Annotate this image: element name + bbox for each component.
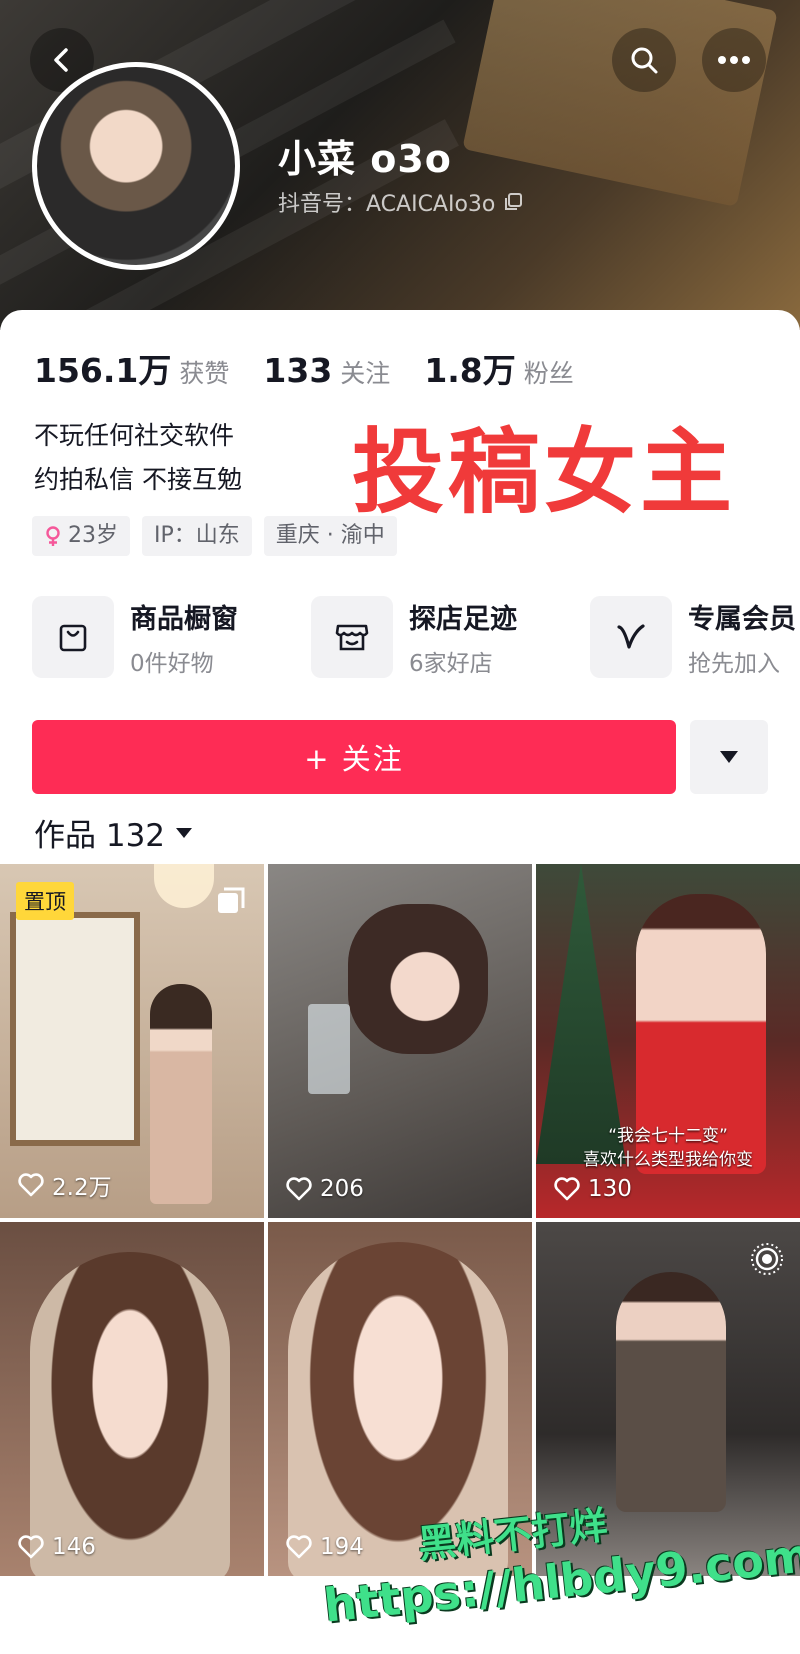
heart-icon bbox=[554, 1177, 580, 1201]
video-thumbnail[interactable]: 146 bbox=[0, 1222, 264, 1576]
stat-following[interactable]: 133 关注 bbox=[263, 351, 390, 390]
works-tab-label: 作品 132 bbox=[34, 818, 166, 854]
video-likes: 130 bbox=[554, 1176, 632, 1202]
service-subtitle: 0件好物 bbox=[130, 650, 214, 677]
christmas-tree-image bbox=[536, 864, 626, 1164]
tag-ip: IP：山东 bbox=[142, 516, 252, 556]
service-store-visits[interactable]: 探店足迹 6家好店 bbox=[311, 596, 590, 678]
tag-age: 23岁 bbox=[32, 516, 130, 556]
video-thumbnail[interactable]: “我会七十二变” 喜欢什么类型我给你变 130 bbox=[536, 864, 800, 1218]
service-shop-window[interactable]: 商品橱窗 0件好物 bbox=[32, 596, 311, 678]
follow-button[interactable]: + 关注 bbox=[32, 720, 676, 794]
pinned-badge: 置顶 bbox=[16, 882, 74, 920]
video-thumbnail[interactable]: 206 bbox=[268, 864, 532, 1218]
video-grid: 置顶 2.2万 206 “我会七十二变” 喜欢什么类型我给你变 130 146 … bbox=[0, 864, 800, 1576]
more-options-button[interactable] bbox=[702, 28, 766, 92]
back-arrow-icon bbox=[54, 48, 68, 72]
profile-name: 小菜 o3o bbox=[278, 137, 452, 181]
profile-header-cover: 小菜 o3o 抖音号：ACAICAIo3o bbox=[0, 0, 800, 330]
vip-v-icon bbox=[590, 596, 672, 678]
calligraphy-scroll-image bbox=[10, 912, 140, 1146]
stat-followers-value: 1.8万 bbox=[424, 351, 516, 390]
tag-age-label: 23岁 bbox=[68, 523, 118, 548]
overlay-red-text: 投稿女主 bbox=[352, 419, 737, 526]
video-caption-line: “我会七十二变” bbox=[608, 1126, 728, 1146]
stat-followers-label: 粉丝 bbox=[523, 359, 574, 388]
more-dots-icon bbox=[718, 56, 750, 64]
douyin-id[interactable]: 抖音号：ACAICAIo3o bbox=[278, 186, 523, 218]
avatar[interactable] bbox=[32, 62, 240, 270]
store-icon bbox=[311, 596, 393, 678]
video-likes-count: 2.2万 bbox=[52, 1175, 112, 1201]
video-likes: 146 bbox=[18, 1534, 96, 1560]
stat-likes-value: 156.1万 bbox=[34, 351, 172, 390]
copy-icon[interactable] bbox=[503, 192, 523, 212]
video-likes: 2.2万 bbox=[18, 1168, 112, 1202]
shopping-bag-icon bbox=[32, 596, 114, 678]
heart-icon bbox=[286, 1535, 312, 1559]
service-subtitle: 6家好店 bbox=[409, 650, 493, 677]
person-figure bbox=[150, 984, 212, 1204]
female-icon bbox=[46, 526, 60, 546]
stat-followers[interactable]: 1.8万 粉丝 bbox=[424, 344, 573, 392]
douyin-id-text: 抖音号：ACAICAIo3o bbox=[278, 192, 496, 217]
bio-line: 约拍私信 不接互勉 bbox=[34, 465, 242, 494]
live-photo-icon bbox=[751, 1243, 783, 1275]
stat-following-label: 关注 bbox=[340, 359, 391, 388]
profile-stats: 156.1万 获赞 133 关注 1.8万 粉丝 bbox=[34, 344, 608, 392]
recommend-dropdown-button[interactable] bbox=[690, 720, 768, 794]
service-entries: 商品橱窗 0件好物 探店足迹 6家好店 专属会员 抢先加入 bbox=[32, 596, 800, 678]
works-tab[interactable]: 作品 132 bbox=[34, 810, 193, 855]
video-caption-line: 喜欢什么类型我给你变 bbox=[583, 1150, 753, 1170]
service-title: 探店足迹 bbox=[409, 603, 517, 635]
video-caption: “我会七十二变” 喜欢什么类型我给你变 bbox=[536, 1124, 800, 1172]
lamp-image bbox=[154, 864, 214, 908]
service-title: 商品橱窗 bbox=[130, 603, 238, 635]
tag-location[interactable]: 重庆 · 渝中 bbox=[263, 516, 397, 556]
gallery-icon bbox=[218, 887, 245, 913]
stat-following-value: 133 bbox=[263, 351, 333, 390]
bio-line: 不玩任何社交软件 bbox=[34, 421, 235, 450]
profile-tags: 23岁 IP：山东 重庆 · 渝中 bbox=[32, 516, 397, 556]
person-figure bbox=[348, 904, 488, 1054]
glass-image bbox=[308, 1004, 350, 1094]
search-button[interactable] bbox=[612, 28, 676, 92]
heart-icon bbox=[18, 1173, 44, 1197]
heart-icon bbox=[286, 1177, 312, 1201]
profile-card: 156.1万 获赞 133 关注 1.8万 粉丝 不玩任何社交软件 约拍私信 不… bbox=[0, 310, 800, 1654]
person-figure bbox=[30, 1252, 230, 1576]
video-likes-count: 206 bbox=[320, 1176, 364, 1202]
caret-down-icon bbox=[176, 827, 193, 838]
service-title: 专属会员 bbox=[688, 603, 796, 635]
video-likes-count: 146 bbox=[52, 1534, 96, 1560]
service-subtitle: 抢先加入 bbox=[688, 650, 780, 677]
heart-icon bbox=[18, 1535, 44, 1559]
caret-down-icon bbox=[720, 751, 738, 763]
search-icon bbox=[631, 47, 658, 74]
video-thumbnail[interactable]: 置顶 2.2万 bbox=[0, 864, 264, 1218]
service-membership[interactable]: 专属会员 抢先加入 bbox=[590, 596, 800, 678]
person-figure bbox=[616, 1272, 726, 1512]
video-likes: 206 bbox=[286, 1176, 364, 1202]
stat-likes-label: 获赞 bbox=[179, 359, 230, 388]
video-likes-count: 130 bbox=[588, 1176, 632, 1202]
stat-likes[interactable]: 156.1万 获赞 bbox=[34, 344, 229, 392]
profile-bio: 不玩任何社交软件 约拍私信 不接互勉 bbox=[34, 414, 242, 502]
